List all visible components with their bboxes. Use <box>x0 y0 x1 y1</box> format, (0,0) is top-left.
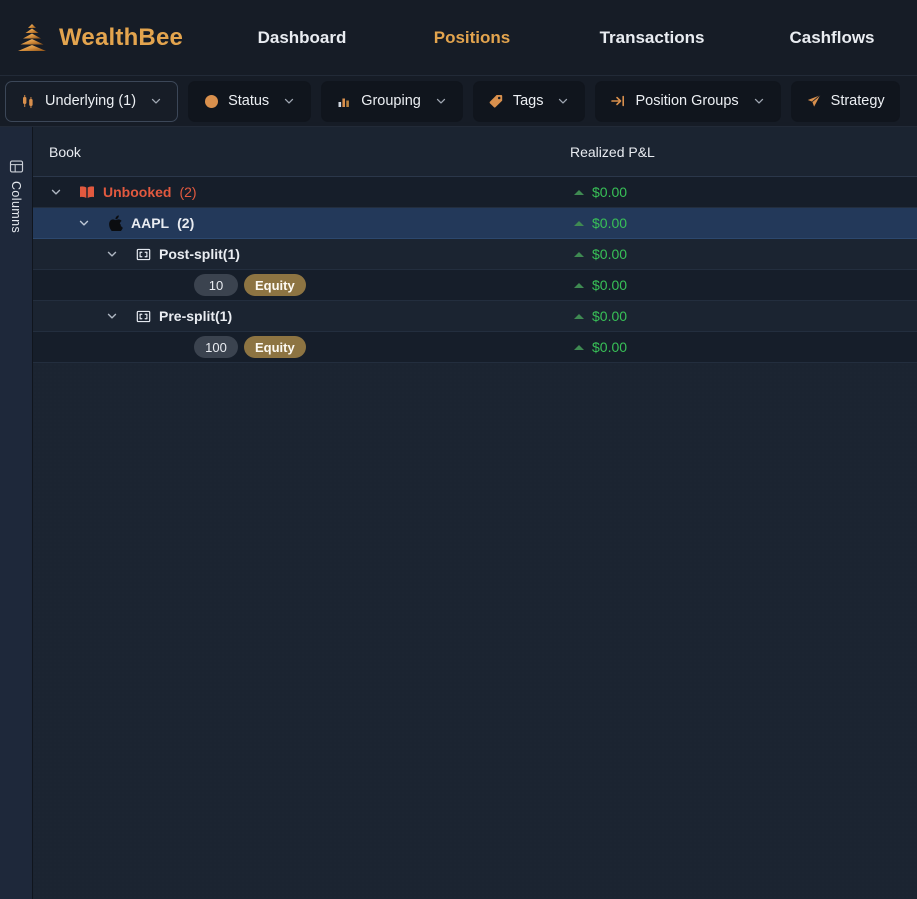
filter-chip-grouping[interactable]: Grouping <box>321 80 463 122</box>
brand[interactable]: WealthBee <box>0 21 217 55</box>
paper-plane-icon <box>806 93 822 109</box>
row-book-cell: 100 Equity <box>33 336 570 358</box>
status-dot-icon <box>203 93 219 109</box>
row-count: (2) <box>177 215 195 231</box>
nav-item-transactions[interactable]: Transactions <box>557 28 747 48</box>
beehive-logo-icon <box>18 23 46 51</box>
positions-grid: Book Realized P&L Unbooked (2) $0.00 AAP… <box>33 127 917 899</box>
column-header-book[interactable]: Book <box>33 144 570 160</box>
filter-chip-tags-label: Tags <box>512 93 544 109</box>
grid-rows: Unbooked (2) $0.00 AAPL (2) $0.00 Post-s… <box>33 177 917 899</box>
row-label: AAPL <box>131 215 170 231</box>
filter-chip-underlying-label: Underlying (1) <box>45 93 137 109</box>
position-quantity-badge: 10 <box>194 274 238 296</box>
row-realized-pnl-cell: $0.00 <box>570 277 917 293</box>
chevron-down-icon[interactable] <box>149 94 163 108</box>
filter-chip-status[interactable]: Status <box>188 80 312 122</box>
candlestick-icon <box>20 93 36 109</box>
trend-up-icon <box>574 220 584 226</box>
trend-up-icon <box>574 282 584 288</box>
row-label: Post-split(1) <box>159 246 240 262</box>
realized-pnl-value: $0.00 <box>592 277 628 293</box>
table-row[interactable]: Unbooked (2) $0.00 <box>33 177 917 208</box>
chevron-down-icon[interactable] <box>105 309 119 323</box>
row-label: Unbooked <box>103 184 172 200</box>
apple-icon <box>107 215 123 231</box>
realized-pnl-value: $0.00 <box>592 246 628 262</box>
filter-bar: Underlying (1) Status Grouping Tags Posi… <box>0 76 917 127</box>
chevron-down-icon[interactable] <box>77 216 91 230</box>
columns-table-icon <box>9 160 23 173</box>
row-realized-pnl-cell: $0.00 <box>570 339 917 355</box>
tag-icon <box>488 93 504 109</box>
frame-icon <box>135 246 151 262</box>
realized-pnl-value: $0.00 <box>592 308 628 324</box>
trend-up-icon <box>574 344 584 350</box>
row-realized-pnl-cell: $0.00 <box>570 215 917 231</box>
filter-chip-position-groups-label: Position Groups <box>635 93 739 109</box>
nav-items: Dashboard Positions Transactions Cashflo… <box>217 28 917 48</box>
filter-chip-status-label: Status <box>228 93 270 109</box>
filter-chip-strategy-label: Strategy <box>830 93 885 109</box>
row-label: Pre-split(1) <box>159 308 233 324</box>
table-row[interactable]: 10 Equity $0.00 <box>33 270 917 301</box>
realized-pnl-value: $0.00 <box>592 215 628 231</box>
realized-pnl-value: $0.00 <box>592 339 628 355</box>
row-realized-pnl-cell: $0.00 <box>570 246 917 262</box>
row-realized-pnl-cell: $0.00 <box>570 184 917 200</box>
trend-up-icon <box>574 189 584 195</box>
grid-header-row: Book Realized P&L <box>33 127 917 177</box>
row-count: (2) <box>179 184 197 200</box>
filter-chip-tags[interactable]: Tags <box>472 80 586 122</box>
row-book-cell: AAPL (2) <box>33 215 570 231</box>
filter-chip-underlying[interactable]: Underlying (1) <box>5 80 179 122</box>
table-row[interactable]: 100 Equity $0.00 <box>33 332 917 363</box>
column-header-realized-pnl[interactable]: Realized P&L <box>570 144 917 160</box>
instrument-type-badge: Equity <box>244 336 306 358</box>
filter-chip-strategy[interactable]: Strategy <box>790 80 900 122</box>
arrow-to-line-icon <box>610 93 626 109</box>
app-root: WealthBee Dashboard Positions Transactio… <box>0 0 917 899</box>
row-book-cell: Post-split(1) <box>33 246 570 262</box>
table-row[interactable]: Pre-split(1) $0.00 <box>33 301 917 332</box>
row-book-cell: 10 Equity <box>33 274 570 296</box>
row-realized-pnl-cell: $0.00 <box>570 308 917 324</box>
table-row[interactable]: AAPL (2) $0.00 <box>33 208 917 239</box>
nav-item-positions[interactable]: Positions <box>387 28 557 48</box>
table-row[interactable]: Post-split(1) $0.00 <box>33 239 917 270</box>
row-book-cell: Pre-split(1) <box>33 308 570 324</box>
top-navigation-bar: WealthBee Dashboard Positions Transactio… <box>0 0 917 76</box>
book-icon <box>79 184 95 200</box>
brand-name: WealthBee <box>59 23 184 51</box>
filter-chip-position-groups[interactable]: Position Groups <box>595 80 781 122</box>
body: Columns Book Realized P&L Unbooked (2) $… <box>0 127 917 899</box>
chevron-down-icon[interactable] <box>105 247 119 261</box>
chevron-down-icon[interactable] <box>282 94 296 108</box>
columns-rail-label: Columns <box>9 181 23 234</box>
row-book-cell: Unbooked (2) <box>33 184 570 200</box>
chevron-down-icon[interactable] <box>434 94 448 108</box>
instrument-type-badge: Equity <box>244 274 306 296</box>
chevron-down-icon[interactable] <box>49 185 63 199</box>
position-quantity-badge: 100 <box>194 336 238 358</box>
chevron-down-icon[interactable] <box>556 94 570 108</box>
trend-up-icon <box>574 313 584 319</box>
chevron-down-icon[interactable] <box>752 94 766 108</box>
filter-chip-grouping-label: Grouping <box>361 93 421 109</box>
realized-pnl-value: $0.00 <box>592 184 628 200</box>
nav-item-cashflows[interactable]: Cashflows <box>747 28 917 48</box>
columns-rail-toggle[interactable]: Columns <box>0 127 33 899</box>
bar-chart-icon <box>336 93 352 109</box>
nav-item-dashboard[interactable]: Dashboard <box>217 28 387 48</box>
frame-icon <box>135 308 151 324</box>
trend-up-icon <box>574 251 584 257</box>
